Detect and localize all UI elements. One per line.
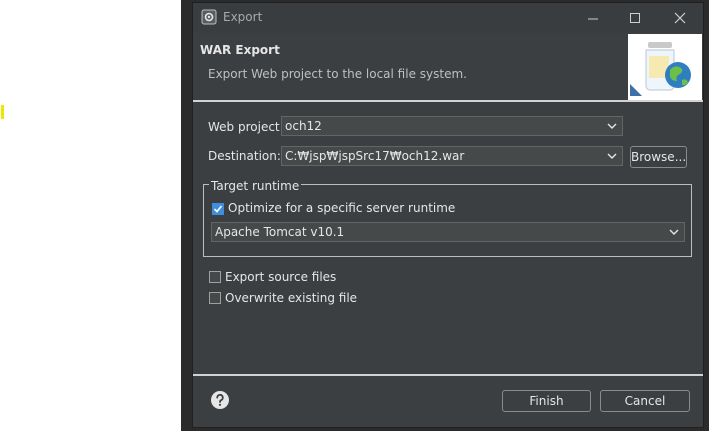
- title-bar[interactable]: Export: [193, 3, 703, 33]
- maximize-button[interactable]: [623, 6, 647, 30]
- runtime-value: Apache Tomcat v10.1: [215, 225, 345, 239]
- cancel-button[interactable]: Cancel: [600, 390, 690, 412]
- runtime-combo[interactable]: Apache Tomcat v10.1: [211, 222, 685, 242]
- help-button[interactable]: [210, 390, 230, 410]
- destination-value: C:₩jsp₩jspSrc17₩och12.war: [285, 149, 465, 163]
- target-runtime-group: [203, 184, 692, 257]
- background-white-area: [0, 0, 181, 431]
- chevron-down-icon: [607, 153, 617, 159]
- background-yellow-marker: [1, 105, 4, 119]
- browse-button[interactable]: Browse...: [630, 146, 687, 168]
- finish-button[interactable]: Finish: [502, 390, 591, 412]
- destination-combo[interactable]: C:₩jsp₩jspSrc17₩och12.war: [281, 146, 623, 166]
- web-project-label: Web project:: [208, 120, 284, 134]
- optimize-runtime-checkbox[interactable]: [212, 203, 224, 215]
- footer-separator: [193, 374, 703, 376]
- banner-image: [628, 34, 702, 100]
- help-icon: [211, 391, 229, 409]
- wizard-title: WAR Export: [200, 43, 280, 57]
- chevron-down-icon: [607, 123, 617, 129]
- minimize-icon: [588, 18, 598, 20]
- maximize-icon: [630, 13, 640, 23]
- eclipse-gear-icon: [201, 9, 217, 25]
- optimize-runtime-label[interactable]: Optimize for a specific server runtime: [228, 201, 455, 215]
- wizard-banner: WAR Export Export Web project to the loc…: [193, 33, 703, 101]
- export-source-checkbox[interactable]: [209, 271, 221, 283]
- close-button[interactable]: [668, 6, 692, 30]
- web-project-value: och12: [285, 119, 322, 133]
- overwrite-label[interactable]: Overwrite existing file: [225, 291, 357, 305]
- web-project-combo[interactable]: och12: [281, 116, 623, 136]
- close-icon: [674, 12, 686, 24]
- jar-globe-icon: [630, 42, 691, 96]
- chevron-down-icon: [669, 229, 679, 235]
- export-dialog: Export WAR Export Export Web project to …: [192, 2, 704, 428]
- target-runtime-group-label: Target runtime: [209, 179, 302, 193]
- banner-separator: [193, 100, 703, 102]
- wizard-description: Export Web project to the local file sys…: [208, 67, 467, 81]
- minimize-button[interactable]: [581, 6, 605, 30]
- export-source-label[interactable]: Export source files: [225, 270, 336, 284]
- destination-label: Destination:: [208, 149, 281, 163]
- window-title: Export: [223, 10, 263, 24]
- checkmark-icon: [213, 205, 223, 213]
- overwrite-checkbox[interactable]: [209, 292, 221, 304]
